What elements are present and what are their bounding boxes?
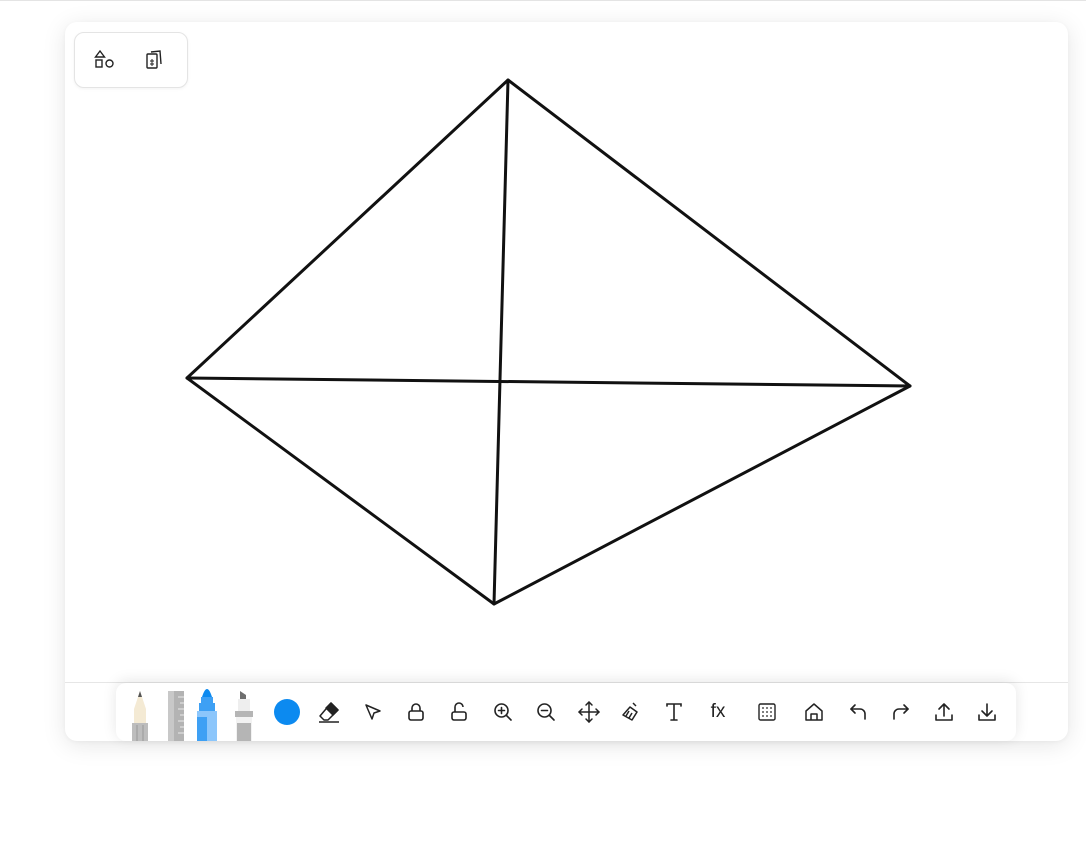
whiteboard — [65, 22, 1068, 741]
broom-icon — [622, 702, 638, 721]
grid-tool[interactable] — [752, 683, 782, 741]
window-top-rule — [0, 0, 1086, 1]
pencil-icon — [132, 691, 148, 741]
ruler-icon — [168, 691, 184, 741]
redo-tool[interactable] — [886, 683, 916, 741]
formula-label: fx — [710, 701, 726, 722]
bottom-toolbar: fx — [116, 683, 1016, 741]
formula-tool[interactable]: fx — [703, 683, 733, 741]
text-icon — [666, 703, 682, 721]
diagonal-vertical — [492, 78, 510, 606]
pencil-tool[interactable] — [124, 683, 156, 741]
home-tool[interactable] — [799, 683, 829, 741]
undo-icon — [850, 704, 866, 720]
pan-tool[interactable] — [574, 683, 604, 741]
marker-icon — [197, 689, 217, 741]
eraser-tool[interactable] — [314, 683, 344, 741]
unlock-tool[interactable] — [444, 683, 474, 741]
upload-icon — [935, 703, 953, 721]
shapes-icon — [94, 49, 114, 68]
templates-button[interactable] — [139, 45, 169, 75]
ruler-tool[interactable] — [160, 683, 190, 741]
lock-tool[interactable] — [401, 683, 431, 741]
redo-icon — [893, 704, 909, 720]
color-swatch-icon — [274, 699, 300, 725]
zoom-in-tool[interactable] — [488, 683, 518, 741]
zoom-in-icon — [494, 703, 512, 721]
pointer-icon — [365, 704, 381, 720]
undo-tool[interactable] — [843, 683, 873, 741]
eraser-icon — [319, 702, 339, 723]
lock-icon — [408, 703, 424, 721]
import-tool[interactable] — [972, 683, 1002, 741]
shapes-button[interactable] — [91, 45, 121, 75]
text-tool[interactable] — [659, 683, 689, 741]
download-icon — [978, 703, 996, 721]
zoom-out-icon — [537, 703, 555, 721]
color-picker[interactable] — [270, 683, 304, 741]
unlock-icon — [451, 702, 467, 721]
move-icon — [578, 701, 600, 723]
export-tool[interactable] — [929, 683, 959, 741]
drawing-canvas[interactable] — [65, 22, 1068, 682]
highlighter-tool[interactable] — [228, 683, 258, 741]
marker-tool[interactable] — [192, 683, 222, 741]
clear-tool[interactable] — [616, 683, 646, 741]
grid-icon — [758, 703, 776, 721]
home-icon — [805, 703, 823, 721]
select-tool[interactable] — [358, 683, 388, 741]
templates-icon — [146, 50, 162, 69]
zoom-out-tool[interactable] — [531, 683, 561, 741]
diagonal-horizontal — [185, 376, 912, 388]
top-tools-panel — [74, 32, 188, 88]
highlighter-icon — [235, 691, 253, 741]
quadrilateral-outline — [185, 78, 912, 606]
